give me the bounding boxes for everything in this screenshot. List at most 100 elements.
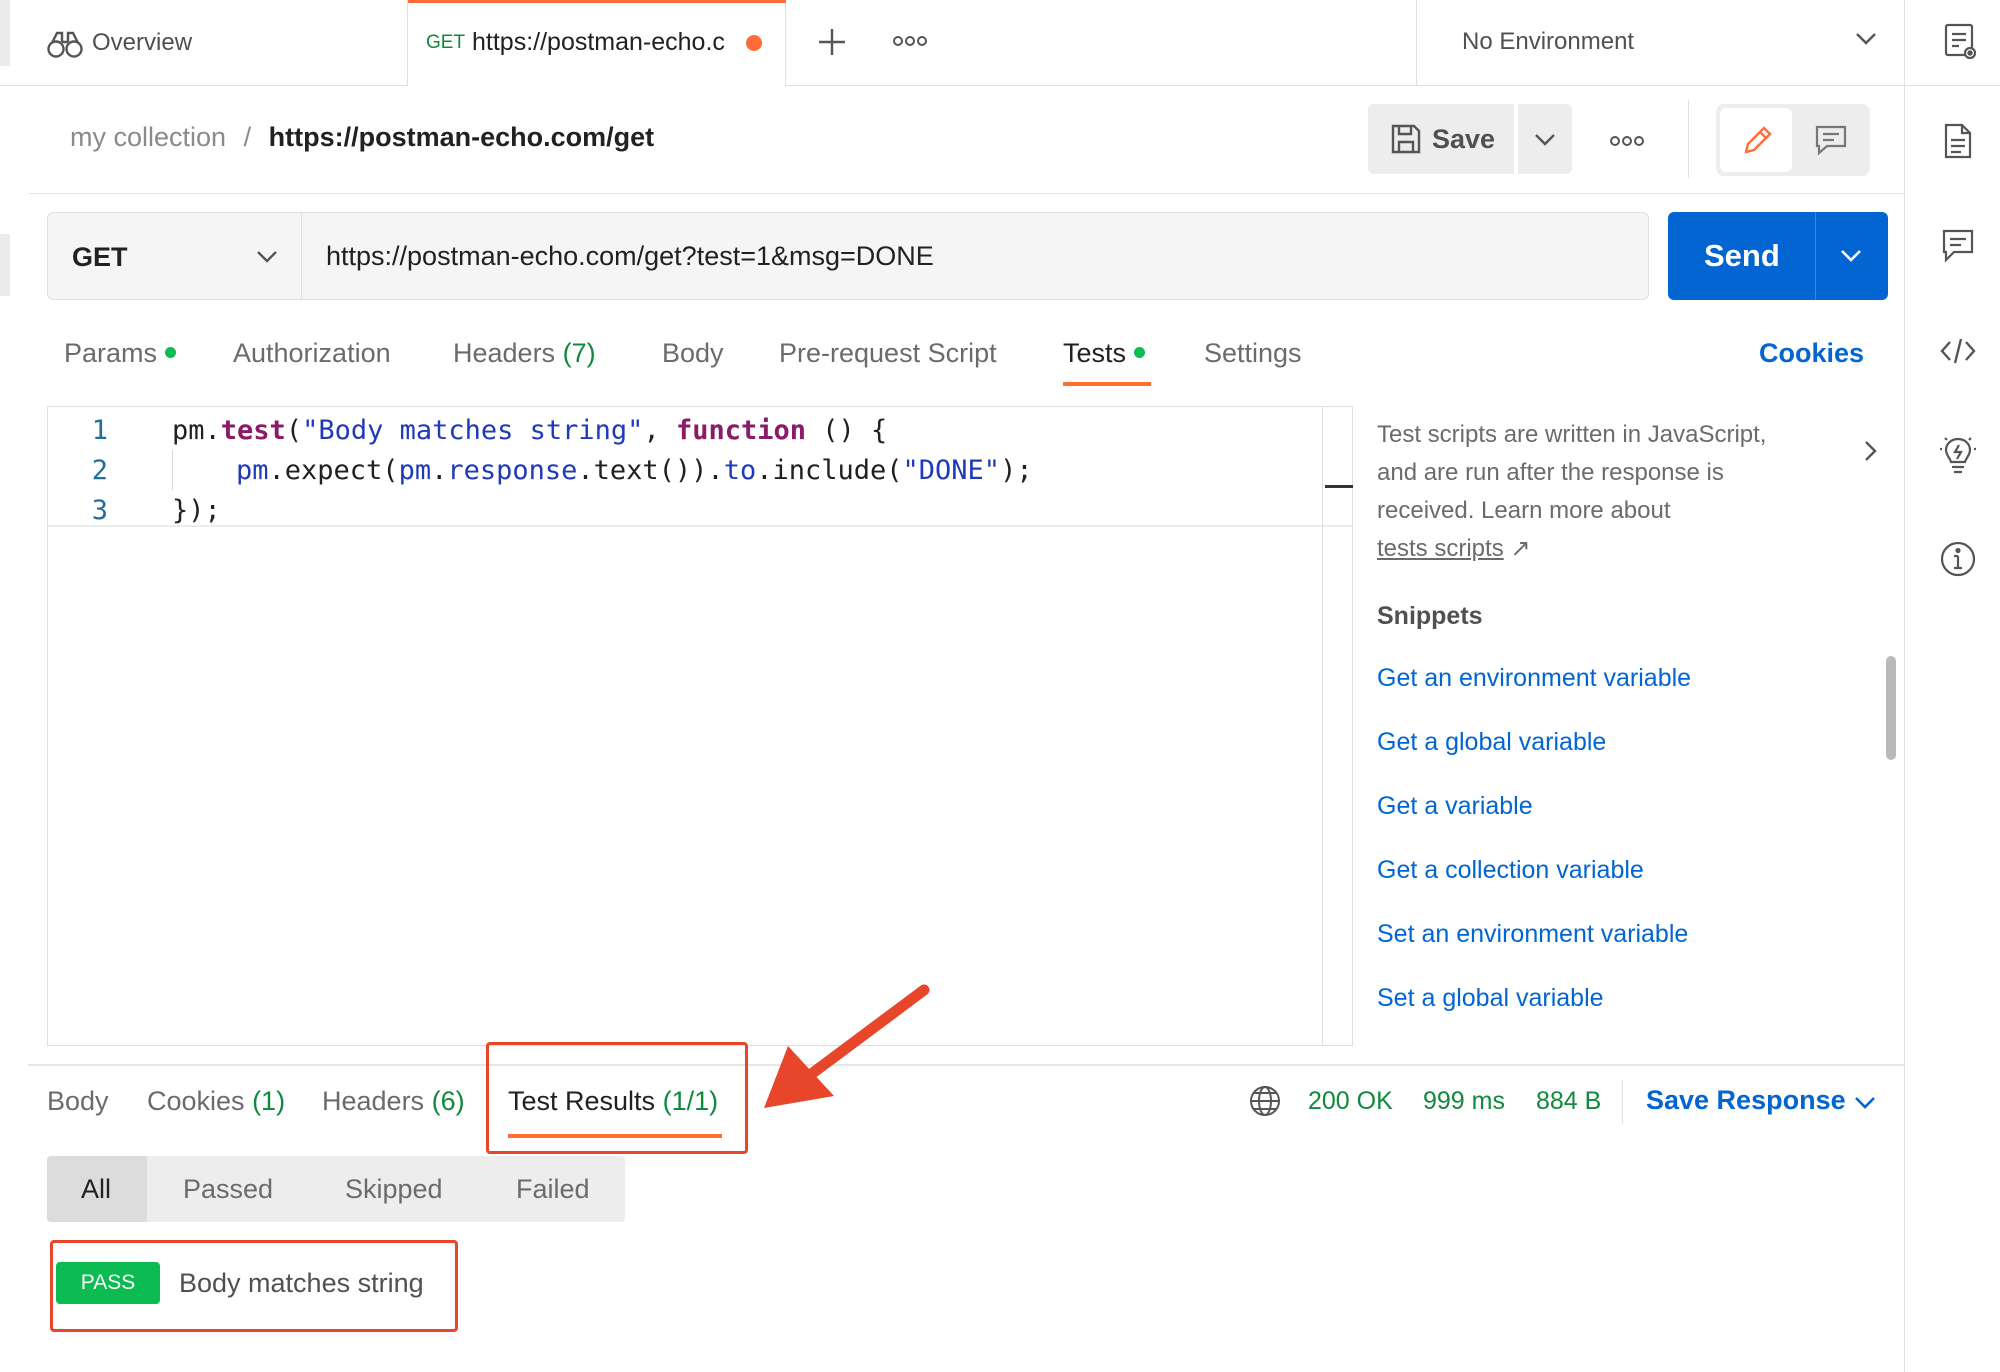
binoculars-icon [46,28,84,60]
code-line-2: pm.expect(pm.response.text()).to.include… [236,455,1033,486]
annotation-box-test-results [486,1042,748,1154]
tests-indicator-dot [1134,347,1146,359]
tab-headers[interactable]: Headers (7) [453,338,596,369]
snippets-scrollbar[interactable] [1886,656,1896,760]
breadcrumb-request[interactable]: https://postman-echo.com/get [269,122,655,152]
breadcrumb-collection[interactable]: my collection [70,122,226,152]
tests-active-underline [1063,382,1151,386]
tab-overview-label: Overview [92,29,193,56]
breadcrumb-separator: / [243,122,252,152]
document-icon[interactable] [1943,122,1973,160]
chevron-down-icon[interactable] [1854,1096,1876,1110]
save-options-button[interactable] [1518,104,1572,174]
tests-help-text: Test scripts are written in JavaScript, … [1377,421,1767,562]
more-icon[interactable] [893,34,927,48]
filter-passed[interactable]: Passed [183,1174,273,1205]
tab-pre-request-script[interactable]: Pre-request Script [779,338,997,369]
result-filter: All Passed Skipped Failed [47,1156,625,1222]
save-button[interactable]: Save [1368,104,1514,174]
annotation-box-pass-result [50,1240,458,1332]
breadcrumb: my collection / https://postman-echo.com… [70,122,654,153]
code-line-1: pm.test("Body matches string", function … [172,415,888,446]
chevron-right-icon[interactable] [1864,440,1878,462]
tab-body[interactable]: Body [662,338,724,369]
method-select[interactable]: GET [48,213,302,299]
annotation-arrow-icon [760,984,930,1114]
save-icon [1390,123,1422,155]
request-tabs: Params Authorization Headers (7) Body Pr… [28,316,1904,386]
edit-mode-button[interactable] [1720,108,1792,172]
sidebar-edge-lower [0,234,10,296]
snippet-item[interactable]: Get a variable [1377,792,1533,821]
tab-request-method: GET [426,32,466,53]
code-line-3: }); [172,495,221,526]
filter-all[interactable]: All [47,1156,147,1222]
save-response-button[interactable]: Save Response [1646,1085,1846,1116]
unsaved-dot [746,35,762,51]
filter-skipped[interactable]: Skipped [345,1174,443,1205]
code-icon[interactable] [1939,336,1977,366]
url-input[interactable]: https://postman-echo.com/get?test=1&msg=… [326,241,934,272]
chevron-down-icon [1534,133,1556,147]
environment-selected: No Environment [1462,28,1635,55]
cookies-link[interactable]: Cookies [1759,338,1864,369]
external-link-icon: ↗ [1510,535,1531,562]
response-size[interactable]: 884 B [1536,1087,1601,1116]
tab-request-title: https://postman-echo.c [472,28,725,56]
line-number: 2 [91,455,108,486]
tests-editor[interactable]: 1 2 3 pm.test("Body matches string", fun… [47,406,1353,1046]
tests-scripts-link[interactable]: tests scripts [1377,535,1504,562]
response-status[interactable]: 200 OK [1308,1087,1393,1116]
filter-failed[interactable]: Failed [516,1174,590,1205]
snippet-item[interactable]: Set a global variable [1377,984,1604,1013]
url-bar: GET https://postman-echo.com/get?test=1&… [47,212,1649,300]
snippet-item[interactable]: Set an environment variable [1377,920,1688,949]
line-number: 3 [91,495,108,526]
environment-quick-look-icon [1943,22,1979,62]
params-indicator-dot [165,347,177,359]
globe-icon[interactable] [1248,1084,1282,1118]
environment-quick-look[interactable] [1904,0,2000,86]
editor-minimap [1322,407,1353,1045]
response-tab-body[interactable]: Body [47,1086,109,1117]
response-tab-cookies[interactable]: Cookies (1) [147,1086,285,1117]
comments-mode-button[interactable] [1796,108,1866,172]
pencil-icon [1742,124,1774,156]
right-context-bar [1904,86,2000,1372]
more-icon[interactable] [1610,134,1644,148]
snippet-item[interactable]: Get a global variable [1377,728,1606,757]
tab-params[interactable]: Params [64,338,177,369]
send-button[interactable]: Send [1704,238,1780,274]
response-tabs: Body Cookies (1) Headers (6) Test Result… [28,1066,1904,1158]
active-tab-indicator [408,0,786,3]
chevron-down-icon [256,250,278,264]
environment-selector[interactable]: No Environment [1416,0,1904,86]
tab-tests[interactable]: Tests [1063,338,1146,369]
info-icon[interactable] [1939,540,1977,578]
indent-guide [172,450,173,490]
method-value: GET [72,242,128,272]
chevron-down-icon [1855,32,1877,46]
tab-settings[interactable]: Settings [1204,338,1302,369]
lightbulb-icon[interactable] [1939,434,1977,476]
response-tab-headers[interactable]: Headers (6) [322,1086,465,1117]
tab-bar: Overview GET https://postman-echo.c No E… [0,0,2000,86]
snippets-panel: Test scripts are written in JavaScript, … [1372,406,1896,1046]
comment-icon [1814,124,1848,156]
line-gutter: 1 2 3 [48,407,132,526]
snippets-title: Snippets [1377,602,1483,630]
snippet-item[interactable]: Get an environment variable [1377,664,1691,693]
plus-icon[interactable] [816,26,848,58]
tab-overview[interactable]: Overview [28,0,408,86]
save-label: Save [1432,124,1496,154]
snippet-item[interactable]: Get a collection variable [1377,856,1644,885]
comment-icon[interactable] [1941,228,1975,264]
tab-authorization[interactable]: Authorization [233,338,391,369]
tab-request[interactable]: GET https://postman-echo.c [408,0,786,86]
send-options-chevron-icon[interactable] [1840,249,1862,263]
send-button-group: Send [1668,212,1888,300]
response-time[interactable]: 999 ms [1423,1087,1505,1116]
request-header: my collection / https://postman-echo.com… [28,86,1904,194]
line-number: 1 [91,415,108,446]
mode-toggle [1716,104,1870,176]
